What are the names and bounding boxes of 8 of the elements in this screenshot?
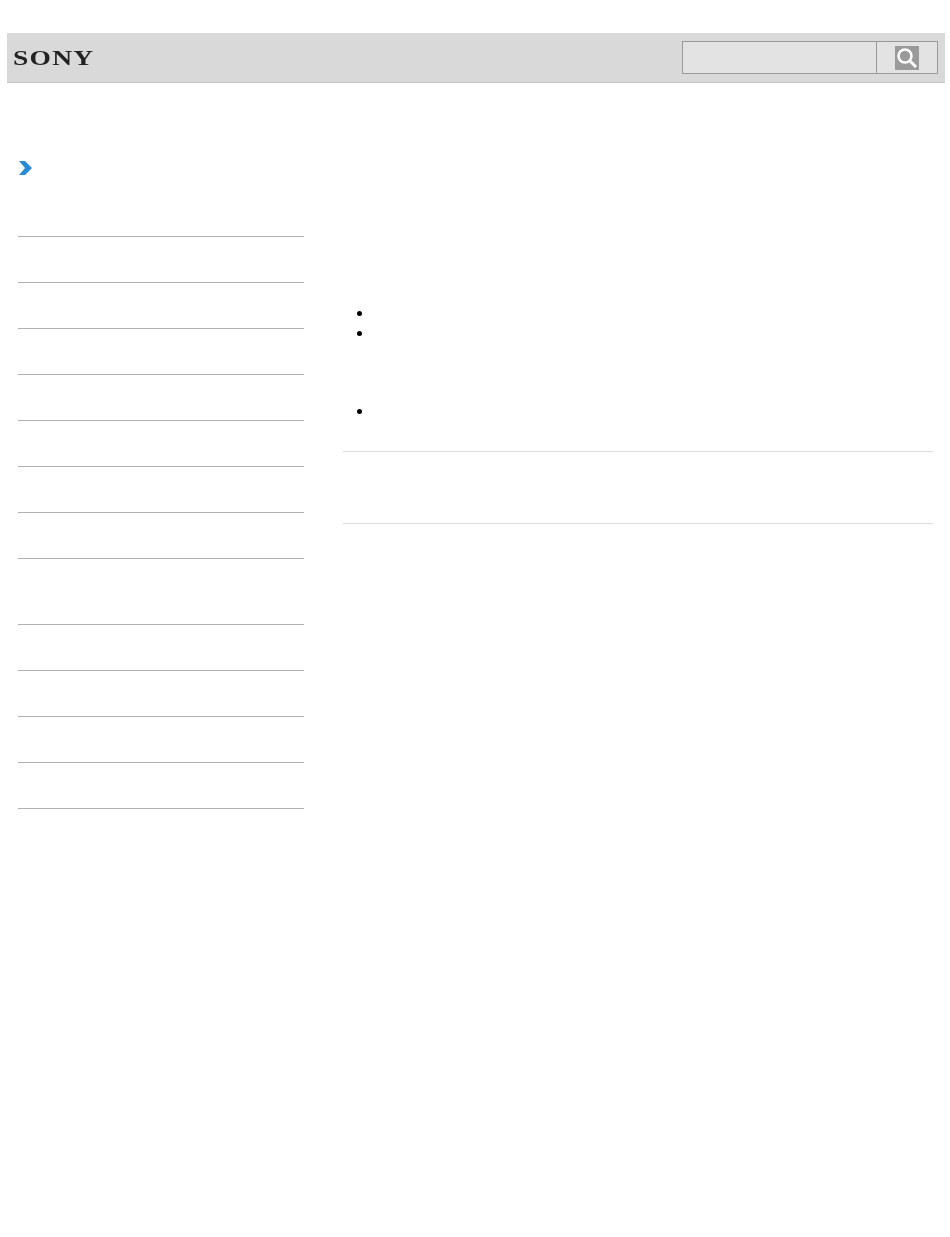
bullet-icon [357, 408, 362, 414]
search-button[interactable] [877, 41, 938, 74]
search-icon [895, 45, 919, 70]
chevron-icon[interactable] [18, 160, 33, 176]
logo: SONY [13, 44, 95, 72]
bullet-icon [357, 330, 362, 336]
bullet-icon [357, 310, 362, 316]
search-field[interactable] [682, 41, 877, 74]
